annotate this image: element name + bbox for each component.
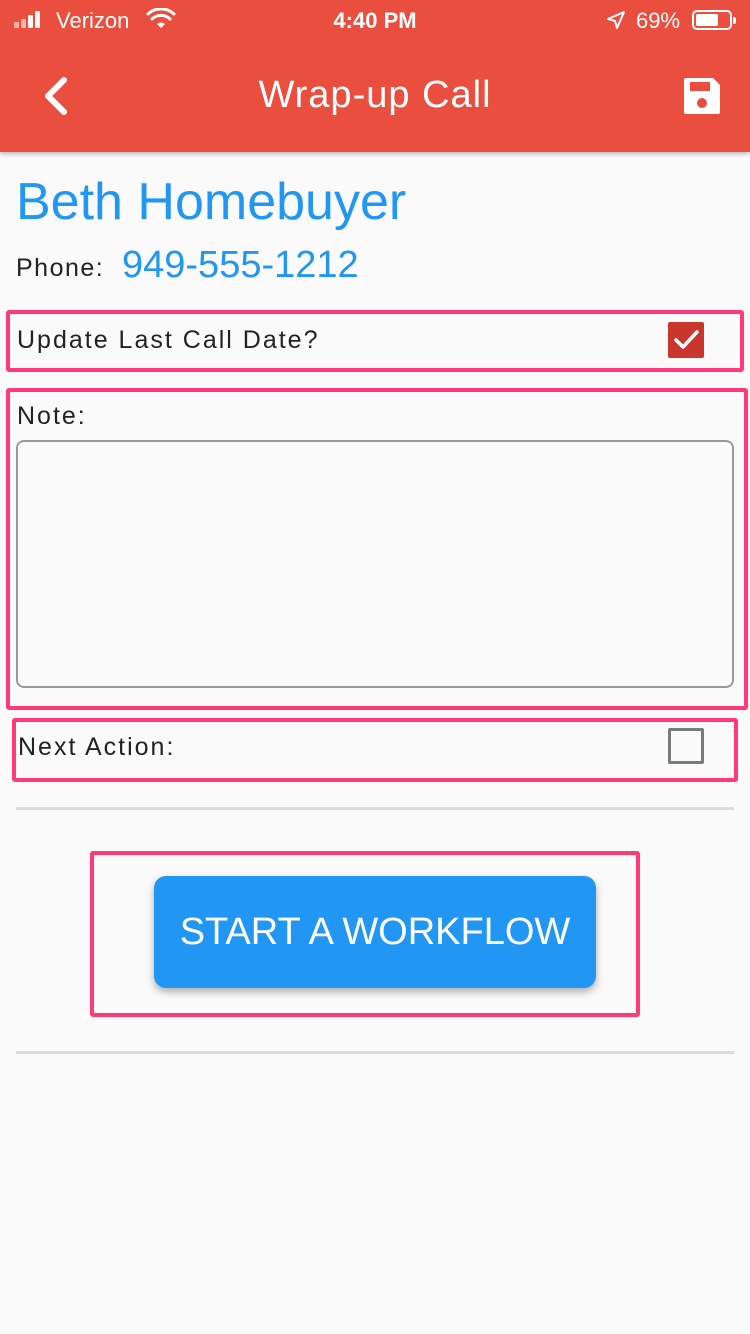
contact-name: Beth Homebuyer xyxy=(16,173,407,231)
checkmark-icon xyxy=(674,330,699,349)
next-action-checkbox[interactable] xyxy=(668,728,704,764)
divider-top xyxy=(16,807,734,810)
phone-number-link[interactable]: 949-555-1212 xyxy=(122,244,359,287)
location-arrow-icon xyxy=(607,11,625,29)
start-workflow-button[interactable]: START A WORKFLOW xyxy=(154,876,596,988)
note-label: Note: xyxy=(17,402,87,430)
floppy-disk-icon xyxy=(684,78,720,114)
update-last-call-checkbox[interactable] xyxy=(668,322,704,358)
battery-percent: 69% xyxy=(636,8,681,33)
page-title: Wrap-up Call xyxy=(258,74,492,116)
status-bar: Verizon 4:40 PM 69% xyxy=(0,0,750,40)
battery-icon xyxy=(692,10,736,30)
save-button[interactable] xyxy=(680,74,724,118)
update-last-call-label: Update Last Call Date? xyxy=(17,326,320,354)
phone-label: Phone: xyxy=(16,254,105,282)
note-textarea[interactable] xyxy=(16,440,734,688)
app-header: Verizon 4:40 PM 69% Wrap-up Call xyxy=(0,0,750,152)
divider-bottom xyxy=(16,1051,734,1054)
next-action-label: Next Action: xyxy=(18,733,176,761)
